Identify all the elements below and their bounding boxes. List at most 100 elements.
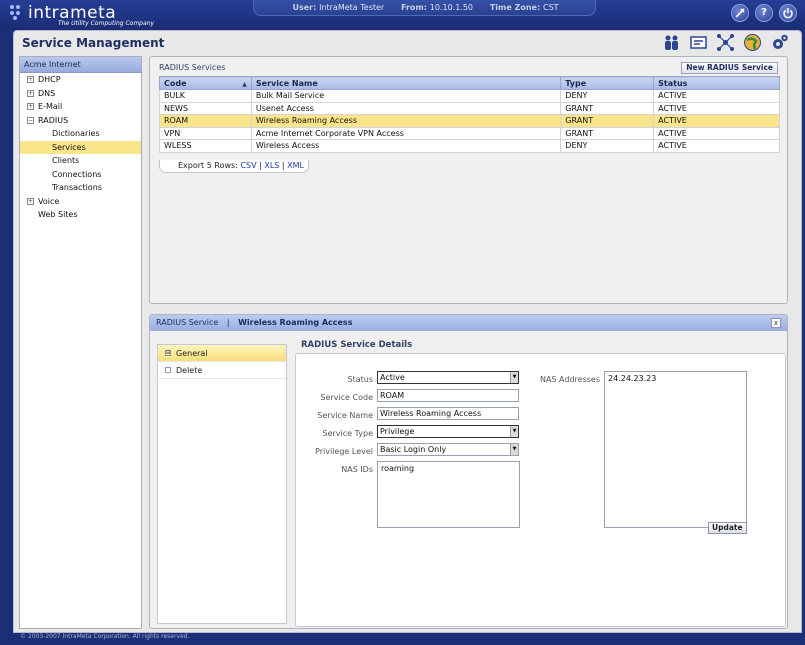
tree-item-email[interactable]: + E-Mail xyxy=(20,100,141,114)
tree-item-transactions[interactable]: Transactions xyxy=(20,181,141,195)
timezone-label: Time Zone: xyxy=(489,3,541,12)
cell-status: ACTIVE xyxy=(653,89,780,103)
collapse-icon: ⊟ xyxy=(165,350,171,356)
cell-service-name: Wireless Roaming Access xyxy=(250,114,562,128)
cell-status: ACTIVE xyxy=(653,126,780,140)
service-type-label: Service Type xyxy=(322,429,373,438)
tree-item-dns[interactable]: + DNS xyxy=(20,87,141,101)
table-row[interactable]: NEWS Usenet Access GRANT ACTIVE xyxy=(159,101,780,115)
nas-addresses-label: NAS Addresses xyxy=(539,375,600,384)
column-header-code[interactable]: ▲ Code xyxy=(159,76,252,90)
column-header-status[interactable]: Status xyxy=(653,76,780,90)
new-radius-service-button[interactable]: New RADIUS Service xyxy=(681,62,778,74)
menu-item-general[interactable]: ⊟ General xyxy=(158,345,286,362)
session-info: User: IntraMeta Tester From: 10.10.1.50 … xyxy=(253,0,596,16)
export-xls-link[interactable]: XLS xyxy=(264,161,279,170)
details-form: Status Active ▼ Service Code ROAM Servic… xyxy=(295,353,786,627)
tree-item-radius[interactable]: − RADIUS xyxy=(20,114,141,128)
service-details-panel: RADIUS Service | Wireless Roaming Access… xyxy=(149,314,788,629)
main-panel: Service Management Acme Internet + DHCP +… xyxy=(13,30,802,633)
nas-ids-textarea[interactable]: roaming xyxy=(377,461,520,528)
table-row[interactable]: BULK Bulk Mail Service DENY ACTIVE xyxy=(159,89,780,103)
tree-item-services[interactable]: Services xyxy=(20,140,141,154)
logo-mark-icon xyxy=(10,5,26,21)
table-row-selected[interactable]: ROAM Wireless Roaming Access GRANT ACTIV… xyxy=(159,114,780,128)
column-header-service-name[interactable]: Service Name xyxy=(250,76,562,90)
status-select[interactable]: Active ▼ xyxy=(377,371,519,384)
nas-addresses-textarea[interactable]: 24.24.23.23 xyxy=(604,371,747,528)
tree-item-connections[interactable]: Connections xyxy=(20,168,141,182)
users-icon[interactable] xyxy=(662,33,681,52)
column-header-type[interactable]: Type xyxy=(560,76,655,90)
close-icon[interactable]: x xyxy=(771,318,781,328)
help-icon[interactable]: ? xyxy=(755,4,773,22)
update-button[interactable]: Update xyxy=(708,522,747,534)
services-grid-panel: RADIUS Services New RADIUS Service ▲ Code… xyxy=(149,56,788,304)
tree-root[interactable]: Acme Internet xyxy=(20,57,141,73)
details-form-area: RADIUS Service Details Status Active ▼ S… xyxy=(295,334,786,627)
expand-icon[interactable]: + xyxy=(27,89,34,97)
tree-item-clients[interactable]: Clients xyxy=(20,154,141,168)
chevron-down-icon: ▼ xyxy=(510,426,518,437)
bullet-icon xyxy=(165,367,171,373)
settings-icon[interactable] xyxy=(770,33,789,52)
user-value: IntraMeta Tester xyxy=(319,3,385,12)
cell-service-name: Wireless Access xyxy=(250,139,562,153)
privilege-level-label: Privilege Level xyxy=(315,447,373,456)
collapse-icon[interactable]: − xyxy=(27,116,34,124)
service-code-label: Service Code xyxy=(320,393,373,402)
tree-item-web-sites[interactable]: Web Sites xyxy=(20,208,141,222)
service-code-input[interactable]: ROAM xyxy=(377,389,519,402)
services-table: ▲ Code Service Name Type Status BULK Bulk… xyxy=(159,76,780,153)
timezone-value: CST xyxy=(542,3,559,12)
from-label: From: xyxy=(401,3,427,12)
export-label: Export 5 Rows: xyxy=(178,161,238,170)
export-separator: | xyxy=(259,161,262,170)
tree-item-voice[interactable]: + Voice xyxy=(20,195,141,209)
from-value: 10.10.1.50 xyxy=(429,3,474,12)
expand-icon[interactable]: + xyxy=(27,76,34,83)
billing-icon[interactable] xyxy=(689,33,708,52)
tools-icon[interactable] xyxy=(731,4,749,22)
grid-title: RADIUS Services xyxy=(159,63,226,72)
details-section: RADIUS Service xyxy=(156,318,219,327)
cell-code: ROAM xyxy=(159,114,252,128)
service-type-select[interactable]: Privilege ▼ xyxy=(377,425,519,438)
expand-icon[interactable]: + xyxy=(27,103,34,110)
details-header-separator: | xyxy=(226,318,230,327)
expand-icon[interactable]: + xyxy=(27,197,34,205)
cell-type: DENY xyxy=(560,139,655,153)
power-icon[interactable] xyxy=(779,4,797,22)
tree-item-dhcp[interactable]: + DHCP xyxy=(20,73,141,87)
globe-icon[interactable] xyxy=(743,33,762,52)
table-row[interactable]: VPN Acme Internet Corporate VPN Access G… xyxy=(159,126,780,140)
cell-service-name: Bulk Mail Service xyxy=(250,89,562,103)
user-label: User: xyxy=(292,3,317,12)
top-bar: intrameta The Utility Computing Company … xyxy=(0,0,805,30)
details-menu: ⊟ General Delete xyxy=(157,344,287,624)
logo-tagline: The Utility Computing Company xyxy=(58,20,155,27)
status-label: Status xyxy=(347,375,374,384)
service-name-label: Service Name xyxy=(317,411,373,420)
export-csv-link[interactable]: CSV xyxy=(240,161,256,170)
details-item-name: Wireless Roaming Access xyxy=(238,318,353,327)
table-row[interactable]: WLESS Wireless Access DENY ACTIVE xyxy=(159,139,780,153)
nas-ids-label: NAS IDs xyxy=(341,465,373,474)
cell-type: DENY xyxy=(560,89,655,103)
page-title: Service Management xyxy=(22,36,165,50)
tree-item-dictionaries[interactable]: Dictionaries xyxy=(20,127,141,141)
export-bar: Export 5 Rows: CSV | XLS | XML xyxy=(159,160,309,173)
details-header: RADIUS Service | Wireless Roaming Access… xyxy=(150,315,787,331)
menu-item-delete[interactable]: Delete xyxy=(158,362,286,379)
cell-code: WLESS xyxy=(159,139,252,153)
copyright-footer: © 2003-2007 IntraMeta Corporation. All r… xyxy=(20,633,190,640)
service-name-input[interactable]: Wireless Roaming Access xyxy=(377,407,519,420)
cell-status: ACTIVE xyxy=(653,101,780,115)
toolbar xyxy=(662,33,789,52)
chevron-down-icon: ▼ xyxy=(510,444,518,455)
chevron-down-icon: ▼ xyxy=(510,372,518,383)
export-xml-link[interactable]: XML xyxy=(287,161,304,170)
cell-service-name: Acme Internet Corporate VPN Access xyxy=(250,126,562,140)
network-icon[interactable] xyxy=(716,33,735,52)
privilege-level-select[interactable]: Basic Login Only ▼ xyxy=(377,443,519,456)
